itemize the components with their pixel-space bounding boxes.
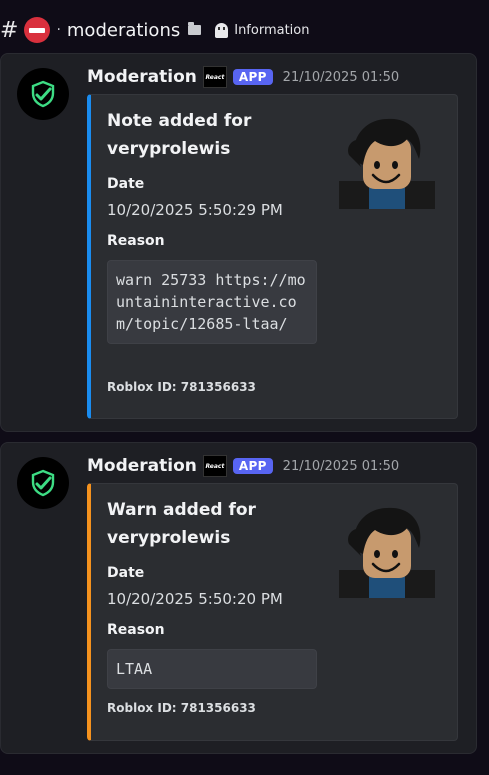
separator: ·	[56, 22, 61, 38]
embed-title: Warn added for veryprolewis	[107, 500, 256, 548]
shield-check-icon	[31, 469, 55, 497]
server-tag[interactable]: React	[202, 455, 227, 477]
ghost-icon	[215, 22, 229, 38]
no-entry-icon	[24, 17, 51, 43]
message: Moderation React APP 21/10/2025 01:50 Wa…	[0, 442, 477, 754]
author-name[interactable]: Moderation	[87, 456, 197, 476]
reason-label: Reason	[107, 622, 165, 638]
message-header: Moderation React APP 21/10/2025 01:50	[87, 455, 399, 477]
reason-label: Reason	[107, 233, 165, 249]
timestamp[interactable]: 21/10/2025 01:50	[283, 70, 400, 85]
date-value: 10/20/2025 5:50:20 PM	[107, 590, 283, 608]
roblox-avatar-icon[interactable]	[335, 115, 439, 211]
shield-check-icon	[31, 80, 55, 108]
server-tag[interactable]: React	[202, 66, 227, 88]
embed-footer: Roblox ID: 781356633	[107, 701, 256, 715]
roblox-avatar-icon[interactable]	[335, 504, 439, 600]
reason-codeblock: warn 25733 https://mountaininteractive.c…	[107, 260, 317, 344]
hash-icon: #	[0, 17, 19, 43]
channel-header: # · moderations Information	[0, 13, 489, 47]
timestamp[interactable]: 21/10/2025 01:50	[283, 459, 400, 474]
message: Moderation React APP 21/10/2025 01:50 No…	[0, 53, 477, 432]
embed-title: Note added for veryprolewis	[107, 111, 252, 159]
reason-codeblock: LTAA	[107, 649, 317, 689]
author-name[interactable]: Moderation	[87, 67, 197, 87]
avatar[interactable]	[17, 68, 69, 120]
folder-icon	[188, 22, 202, 35]
embed: Warn added for veryprolewis Date 10/20/2…	[87, 483, 458, 741]
app-badge: APP	[232, 458, 273, 474]
date-value: 10/20/2025 5:50:29 PM	[107, 201, 283, 219]
date-label: Date	[107, 565, 145, 581]
channel-name[interactable]: moderations	[67, 20, 180, 41]
embed-footer: Roblox ID: 781356633	[107, 380, 256, 394]
app-badge: APP	[232, 69, 273, 85]
date-label: Date	[107, 176, 145, 192]
thread-name[interactable]: Information	[234, 23, 309, 38]
embed: Note added for veryprolewis Date 10/20/2…	[87, 94, 458, 419]
message-header: Moderation React APP 21/10/2025 01:50	[87, 66, 399, 88]
avatar[interactable]	[17, 457, 69, 509]
